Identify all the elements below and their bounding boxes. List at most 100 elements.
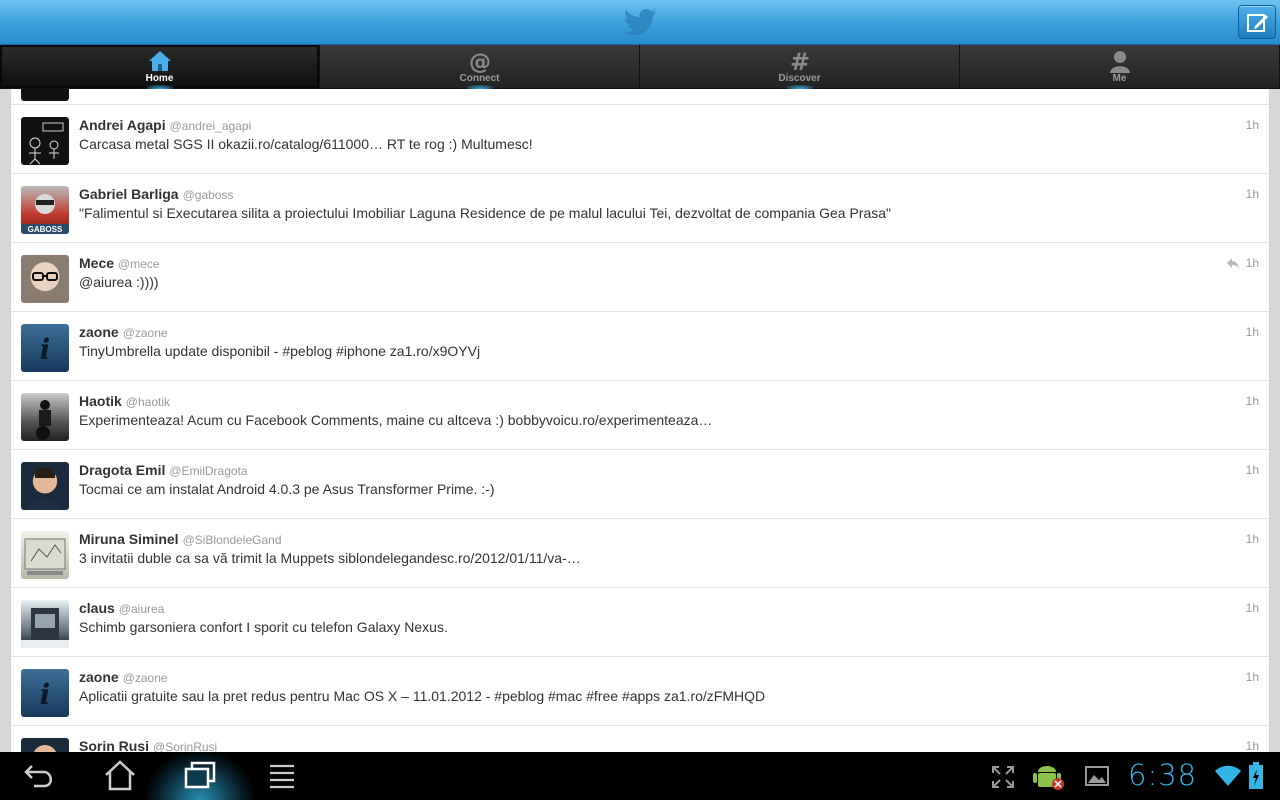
tab-bar: Home @ Connect # Discover Me [0,45,1280,89]
twitter-bird-icon [624,9,657,36]
glasses-avatar-icon [32,272,58,281]
tweet-handle: @gaboss [182,188,234,202]
tweet-author[interactable]: Gabriel Barliga @gaboss [79,186,233,202]
tweet-handle: @andrei_agapi [169,119,252,133]
tweet-time: 1h [1245,463,1259,477]
tweet-author[interactable]: zaone @zaone [79,324,168,340]
tweet-time: 1h [1245,601,1259,615]
list-item[interactable]: Miruna Siminel @SiBlondeleGand 3 invitati… [11,519,1269,588]
tab-connect-label: Connect [459,73,500,84]
clock[interactable]: 6:38 [1128,758,1197,792]
menu-icon[interactable] [262,758,302,794]
man-avatar-icon [27,468,63,510]
info-avatar-icon: i [40,678,51,711]
tweet-time: 1h [1245,532,1259,546]
reply-icon [1227,258,1239,268]
tweet-text: 3 invitatii duble ca sa vă trimit la Mup… [79,550,581,566]
compose-icon [1247,14,1268,32]
tweet-text: Tocmai ce am instalat Android 4.0.3 pe A… [79,481,495,497]
avatar[interactable] [21,117,69,165]
list-item[interactable]: Haotik @haotik Experimenteaza! Acum cu Fa… [11,381,1269,450]
avatar[interactable]: GABOSS [21,186,69,234]
avatar[interactable] [21,738,69,752]
gallery-icon [1085,766,1109,786]
tab-me-label: Me [1112,73,1127,84]
home-nav-icon[interactable] [100,758,140,794]
doodle-avatar-icon [29,122,64,165]
action-bar [0,0,1280,45]
tweet-handle: @SorinRusi [153,740,218,752]
tab-discover-label: Discover [778,73,821,84]
svg-text:GABOSS: GABOSS [28,225,63,234]
tweet-author[interactable]: zaone @zaone [79,669,168,685]
avatar[interactable] [21,600,69,648]
tweet-handle: @haotik [125,395,170,409]
list-item[interactable]: Andrei Agapi @andrei_agapi Carcasa metal … [11,105,1269,174]
avatar[interactable]: i [21,669,69,717]
list-item[interactable] [11,89,1269,105]
portrait-avatar-icon: GABOSS [21,194,69,234]
tweet-author[interactable]: claus @aiurea [79,600,164,616]
tweet-author[interactable]: Andrei Agapi @andrei_agapi [79,117,251,133]
tab-home[interactable]: Home [0,45,320,89]
tweet-time: 1h [1245,739,1259,752]
tweet-author[interactable]: Mece @mece [79,255,160,271]
at-icon: @ [469,50,491,73]
list-item[interactable]: Mece @mece @aiurea :)))) 1h [11,243,1269,312]
timeline[interactable]: Andrei Agapi @andrei_agapi Carcasa metal … [10,89,1270,752]
list-item[interactable]: Dragota Emil @EmilDragota Tocmai ce am in… [11,450,1269,519]
tweet-handle: @aiurea [118,602,165,616]
svg-text:@: @ [469,50,491,73]
list-item[interactable]: Sorin Rusi @SorinRusi 1h [11,726,1269,752]
tweet-handle: @zaone [122,326,168,340]
tweet-author[interactable]: Dragota Emil @EmilDragota [79,462,248,478]
compose-button[interactable] [1238,5,1276,39]
battery-icon [1249,762,1263,789]
avatar[interactable]: i [21,324,69,372]
tweet-text: Experimenteaza! Acum cu Facebook Comment… [79,412,713,428]
fullscreen-icon[interactable] [990,764,1016,790]
list-item[interactable]: i zaone @zaone TinyUmbrella update dispon… [11,312,1269,381]
tweet-text: @aiurea :)))) [79,274,159,290]
tweet-text: "Falimentul si Executarea silita a proie… [79,205,892,221]
svg-text:i: i [40,678,51,711]
tweet-time: 1h [1245,256,1259,270]
list-item[interactable]: GABOSS Gabriel Barliga @gaboss "Falimentu… [11,174,1269,243]
tab-discover[interactable]: # Discover [640,45,960,89]
wifi-icon [1215,765,1241,786]
bus-stop-avatar-icon [21,608,69,648]
svg-text:i: i [40,333,51,366]
avatar[interactable] [21,89,69,101]
tweet-text: Schimb garsoniera confort I sporit cu te… [79,619,448,635]
avatar[interactable] [21,462,69,510]
android-debug-icon [1033,766,1064,790]
motorcycle-avatar-icon [36,400,51,440]
list-item[interactable]: i zaone @zaone Aplicatii gratuite sau la … [11,657,1269,726]
avatar[interactable] [21,531,69,579]
person-icon [1109,51,1130,73]
tab-connect[interactable]: @ Connect [320,45,640,89]
home-icon [148,51,171,71]
tweet-handle: @mece [118,257,160,271]
tweet-handle: @EmilDragota [169,464,248,478]
avatar[interactable] [21,255,69,303]
list-item[interactable]: claus @aiurea Schimb garsoniera confort I… [11,588,1269,657]
tweet-time: 1h [1245,670,1259,684]
tweet-time: 1h [1245,394,1259,408]
tweet-time: 1h [1245,187,1259,201]
tab-home-label: Home [145,73,174,84]
recent-apps-icon[interactable] [180,758,220,794]
tweet-author[interactable]: Haotik @haotik [79,393,170,409]
tweet-author[interactable]: Sorin Rusi @SorinRusi [79,738,217,752]
svg-text:#: # [789,49,809,73]
back-icon[interactable] [20,758,60,794]
tweet-author[interactable]: Miruna Siminel @SiBlondeleGand [79,531,282,547]
hash-icon: # [789,49,809,73]
tweet-text: Aplicatii gratuite sau la pret redus pen… [79,688,766,704]
tweet-handle: @zaone [122,671,168,685]
tweet-time: 1h [1245,118,1259,132]
tab-me[interactable]: Me [960,45,1280,88]
info-avatar-icon: i [40,333,51,366]
avatar[interactable] [21,393,69,441]
tweet-time: 1h [1245,325,1259,339]
